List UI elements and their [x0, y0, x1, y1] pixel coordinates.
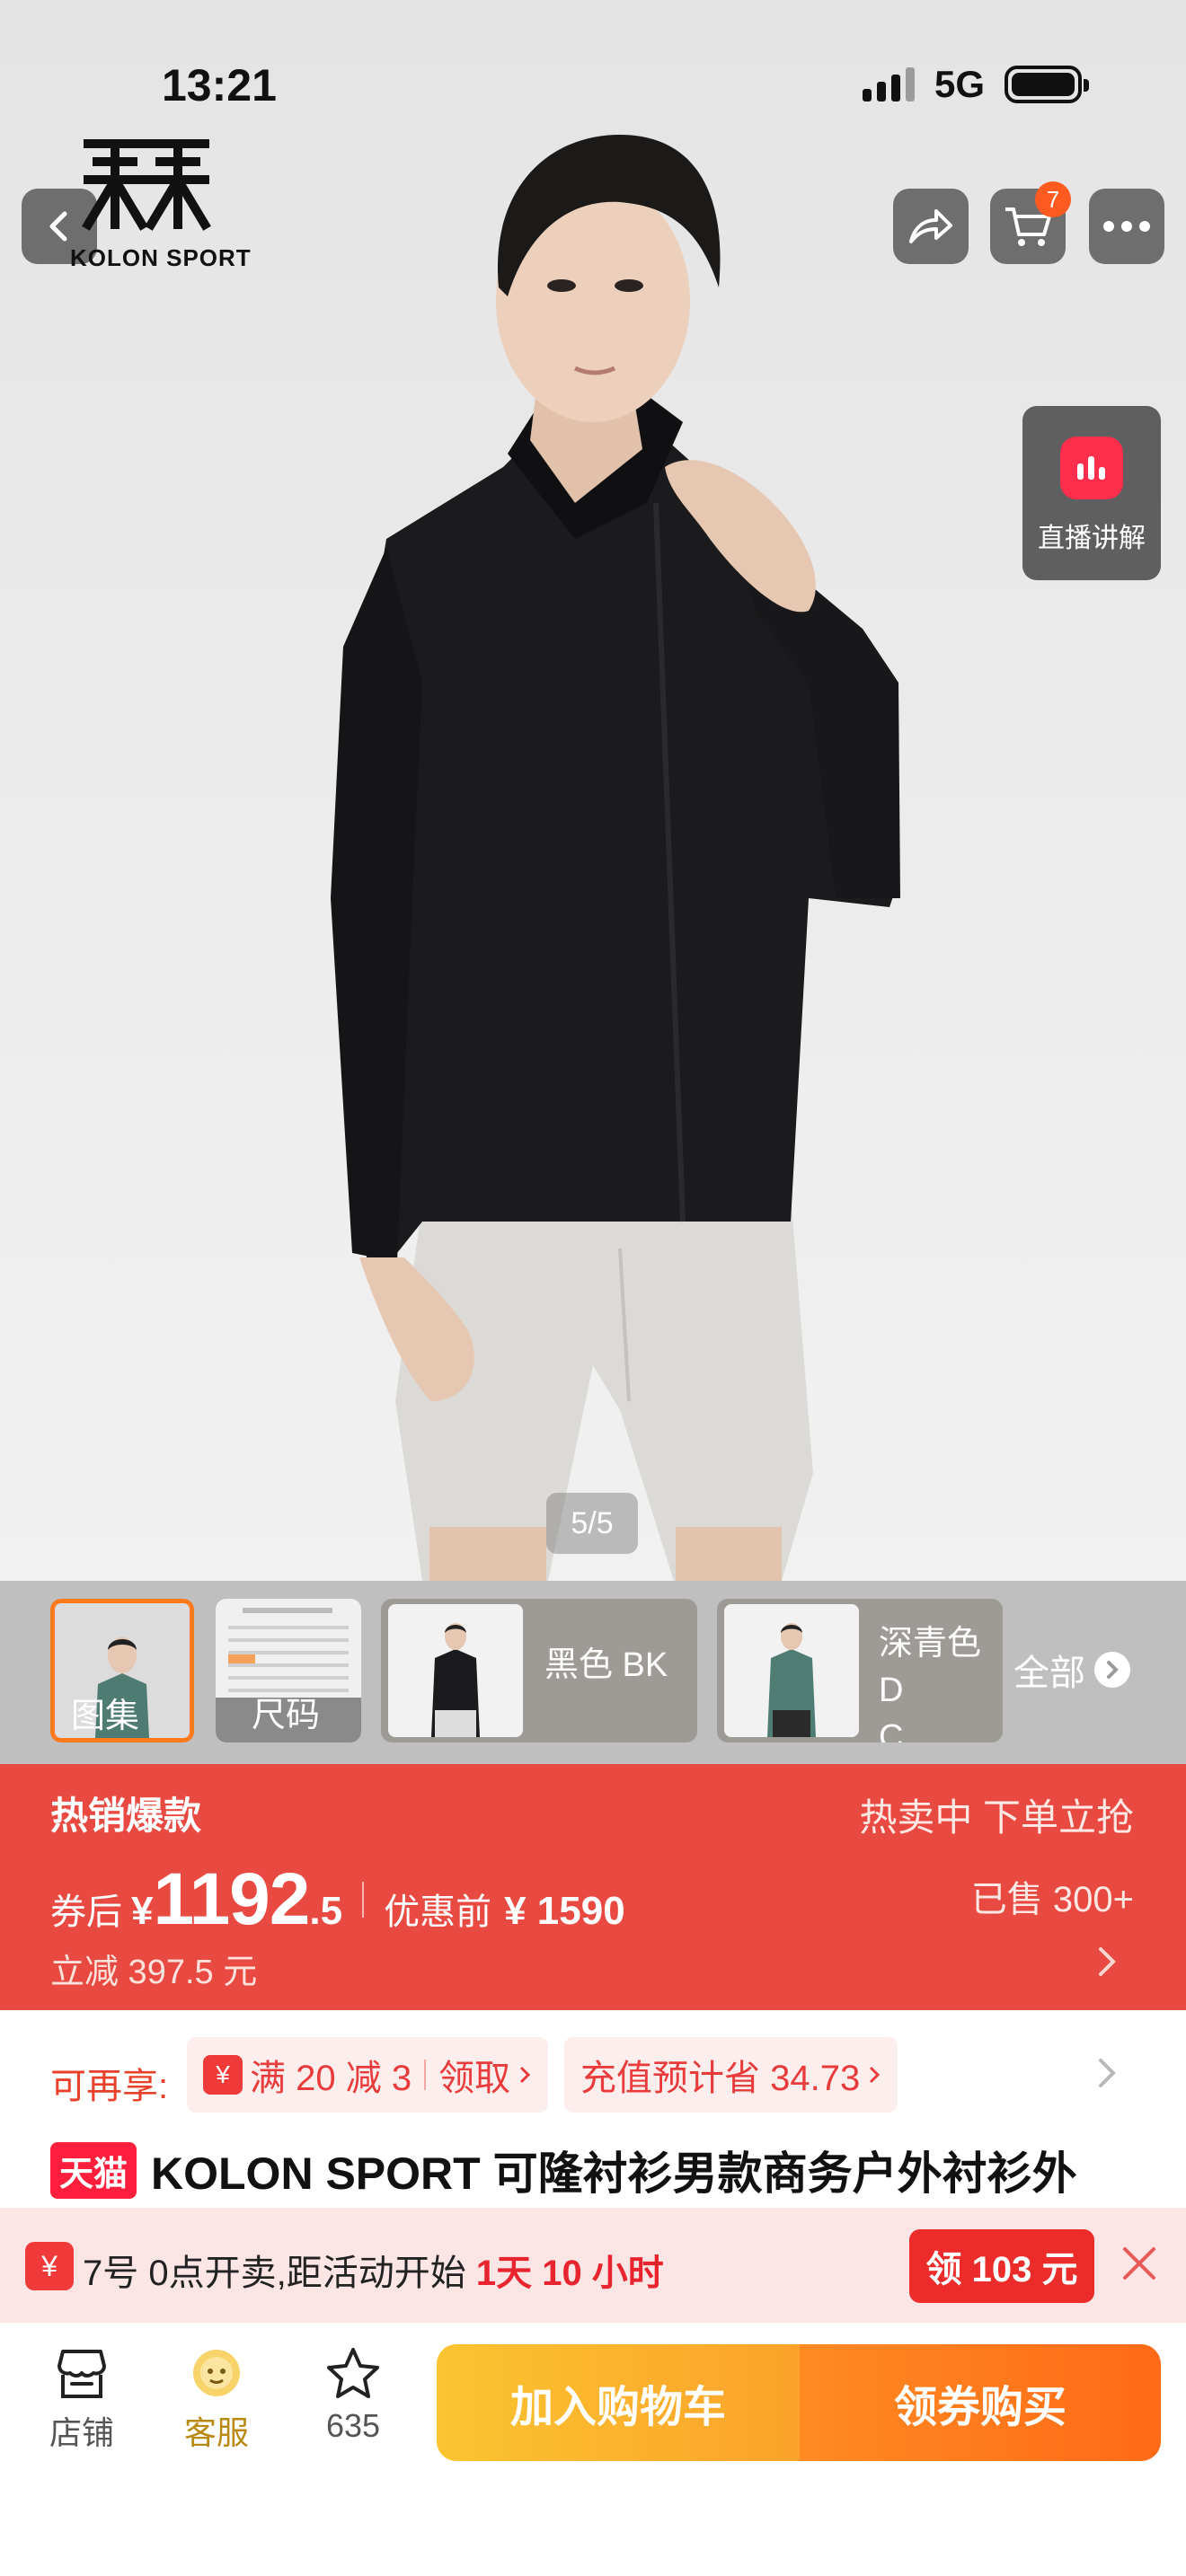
live-explain-label: 直播讲解 — [1038, 524, 1146, 553]
price-banner[interactable]: 热销爆款 热卖中 下单立抢 券后 ¥ 1192 .5 优惠前 ¥ 1590 已售… — [0, 1764, 1186, 2010]
share-icon — [909, 209, 952, 243]
thumbnail-image — [388, 1604, 523, 1737]
presale-text: 7号 0点开卖,距活动开始 — [83, 2254, 466, 2293]
sold-count: 已售 300+ — [970, 1880, 1134, 1919]
star-icon — [327, 2348, 379, 2398]
more-icon — [1103, 221, 1150, 232]
hot-sale-title: 热销爆款 — [50, 1795, 202, 1837]
status-time: 13:21 — [162, 60, 277, 110]
currency-symbol: ¥ — [131, 1889, 154, 1933]
price-decimal: .5 — [309, 1889, 343, 1933]
view-all-button[interactable]: 全部 — [1013, 1644, 1130, 1696]
brand-logo-text: KOLON SPORT — [70, 244, 252, 271]
price-integer: 1192 — [153, 1858, 310, 1940]
thumbnail-size-chart[interactable]: 尺码 — [216, 1599, 361, 1742]
live-explain-button[interactable]: 直播讲解 — [1022, 406, 1161, 580]
status-indicators: 5G — [862, 63, 1089, 106]
product-image-carousel[interactable]: 13:21 5G KOLON SPORT 7 直播讲解 5/5 — [0, 0, 1186, 1581]
close-icon[interactable] — [1120, 2244, 1159, 2283]
color-option-label: 黑色 BK — [544, 1646, 668, 1684]
thumbnail-strip: 图集 尺码 黑色 BK 深青色 D C — [0, 1581, 1186, 1764]
coupon-row: 可再享: ¥ 满 20 减 3 领取 充值预计省 34.73 — [0, 2010, 1186, 2138]
chevron-right-icon — [1099, 1947, 1116, 1976]
chevron-right-icon[interactable] — [1096, 2057, 1118, 2089]
coupon-text: 满 20 减 3 — [250, 2059, 412, 2098]
presale-notice: 7号 0点开卖,距活动开始 1天 10 小时 — [83, 2244, 664, 2296]
coupon-chip-discount[interactable]: ¥ 满 20 减 3 领取 — [187, 2037, 549, 2113]
cart-button[interactable]: 7 — [990, 181, 1071, 264]
tmall-badge: 天猫 — [50, 2141, 137, 2199]
chevron-right-icon — [1094, 1652, 1130, 1688]
add-to-cart-button[interactable]: 加入购物车 — [437, 2344, 800, 2461]
purchase-buttons: 加入购物车 领券购买 — [437, 2344, 1161, 2461]
network-type: 5G — [934, 63, 985, 105]
battery-icon — [1005, 66, 1089, 103]
claim-coupon-button[interactable]: 领 103 元 — [909, 2229, 1094, 2303]
recharge-saving-text: 充值预计省 34.73 — [580, 2059, 861, 2098]
product-title: KOLON SPORT 可隆衬衫男款商务户外衬衫外 — [151, 2148, 1077, 2199]
original-price: ¥ 1590 — [504, 1889, 625, 1933]
chip-divider — [424, 2060, 427, 2090]
presale-countdown: 1天 10 小时 — [475, 2254, 664, 2293]
store-button[interactable]: 店铺 — [32, 2346, 131, 2454]
store-label: 店铺 — [49, 2414, 114, 2451]
store-icon — [58, 2350, 106, 2398]
chevron-right-icon — [520, 2066, 531, 2084]
discount-amount: 立减 397.5 元 — [50, 1954, 258, 1991]
coupon-chip-recharge[interactable]: 充值预计省 34.73 — [564, 2037, 898, 2113]
cart-count-badge: 7 — [1035, 181, 1071, 217]
color-option-label-line2: C — [879, 1718, 904, 1742]
presale-banner: ¥ 7号 0点开卖,距活动开始 1天 10 小时 领 103 元 — [0, 2208, 1186, 2323]
thumbnail-label: 图集 — [71, 1698, 140, 1735]
thumbnail-label: 尺码 — [252, 1697, 321, 1734]
price-row: 券后 ¥ 1192 .5 优惠前 ¥ 1590 — [50, 1857, 625, 1942]
color-option-label: 深青色 D C — [879, 1620, 1003, 1742]
service-label: 客服 — [183, 2414, 249, 2451]
bottom-action-bar: 店铺 客服 635 加入购物车 领券购买 — [0, 2323, 1186, 2576]
share-button[interactable] — [893, 189, 969, 264]
color-option-label-line1: 深青色 D — [879, 1625, 982, 1709]
coupon-icon: ¥ — [203, 2055, 243, 2095]
chevron-right-icon — [870, 2066, 881, 2084]
hot-sale-slogan: 热卖中 下单立抢 — [859, 1796, 1134, 1839]
extra-offers-label: 可再享: — [50, 2067, 169, 2106]
thumbnail-image — [724, 1604, 859, 1737]
coupon-icon: ¥ — [25, 2242, 74, 2290]
more-button[interactable] — [1089, 189, 1164, 264]
image-page-indicator: 5/5 — [546, 1493, 638, 1554]
product-title-row: 天猫 KOLON SPORT 可隆衬衫男款商务户外衬衫外 — [50, 2138, 1164, 2202]
thumbnail-gallery[interactable]: 图集 — [50, 1599, 194, 1742]
price-prefix: 券后 — [50, 1892, 122, 1932]
thumbnail-color-teal[interactable]: 深青色 D C — [717, 1599, 1003, 1742]
price-divider — [362, 1882, 365, 1918]
signal-icon — [862, 67, 915, 101]
coupon-claim-label: 领取 — [438, 2059, 511, 2098]
favorite-count: 635 — [325, 2407, 381, 2444]
original-price-label: 优惠前 — [384, 1892, 492, 1932]
service-icon — [193, 2350, 240, 2396]
thumbnail-color-black[interactable]: 黑色 BK — [381, 1599, 697, 1742]
customer-service-button[interactable]: 客服 — [167, 2346, 266, 2454]
buy-with-coupon-button[interactable]: 领券购买 — [800, 2344, 1161, 2461]
live-chart-icon — [1060, 437, 1123, 499]
favorite-button[interactable]: 635 — [304, 2346, 403, 2445]
view-all-label: 全部 — [1013, 1654, 1085, 1693]
